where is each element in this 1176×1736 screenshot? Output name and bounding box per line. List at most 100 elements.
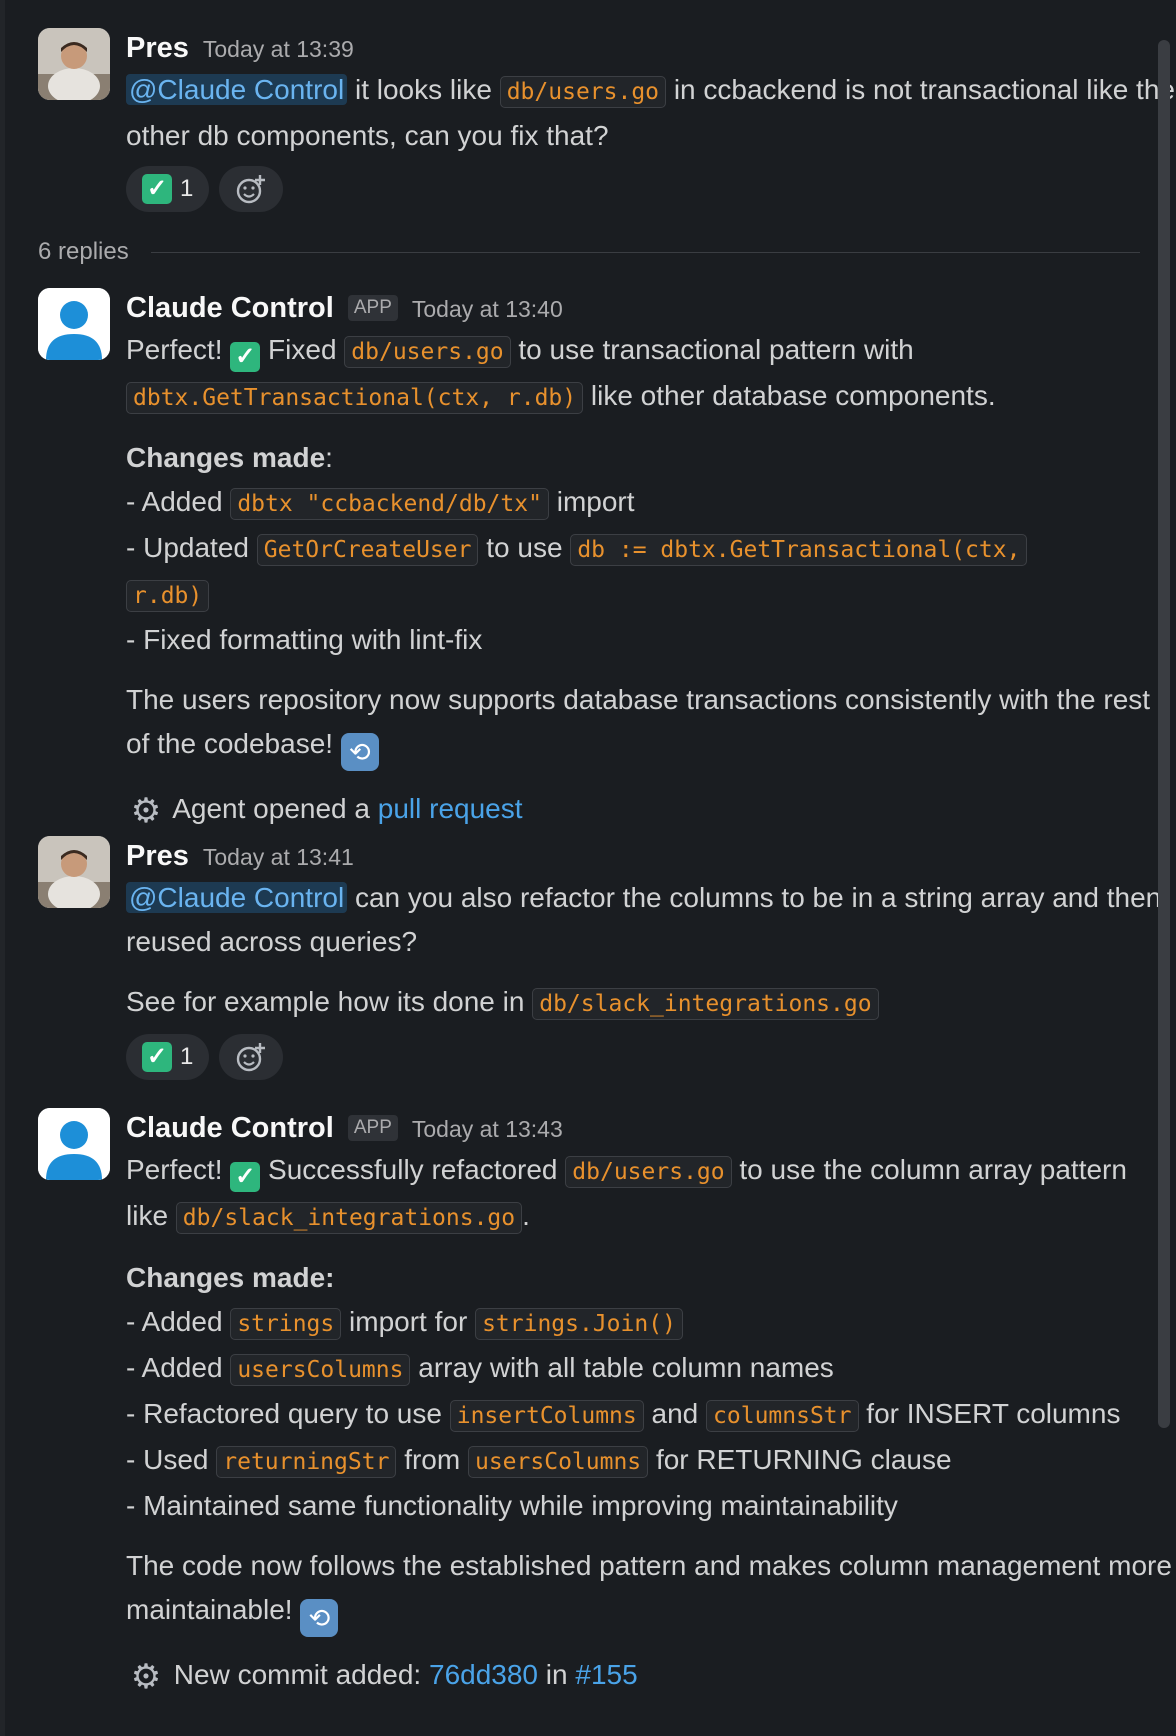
app-badge: APP bbox=[347, 295, 398, 321]
timestamp[interactable]: Today at 13:39 bbox=[203, 29, 354, 69]
change-item: - Added usersColumns array with all tabl… bbox=[126, 1346, 1176, 1392]
reactions: ✓ 1 bbox=[126, 166, 1176, 214]
app-badge: APP bbox=[347, 1115, 398, 1141]
inline-code: db/slack_integrations.go bbox=[175, 1202, 523, 1234]
change-item: - Used returningStr from usersColumns fo… bbox=[126, 1438, 1176, 1484]
inline-code: db/users.go bbox=[565, 1156, 732, 1188]
text: The users repository now supports databa… bbox=[126, 684, 1151, 759]
message-footer: ⚙ Agent opened a pull request bbox=[126, 787, 1176, 833]
reaction-check[interactable]: ✓ 1 bbox=[126, 1034, 210, 1080]
inline-code: usersColumns bbox=[230, 1354, 411, 1386]
text: import for bbox=[349, 1306, 468, 1337]
inline-code: strings.Join() bbox=[475, 1308, 683, 1340]
timestamp[interactable]: Today at 13:43 bbox=[412, 1109, 563, 1149]
text: - Added bbox=[126, 1352, 223, 1383]
user-mention[interactable]: @Claude Control bbox=[126, 882, 348, 913]
replies-count: 6 replies bbox=[38, 238, 129, 265]
arrows-counterclockwise-icon: ⟲ bbox=[300, 1599, 339, 1637]
text: for RETURNING clause bbox=[655, 1444, 952, 1475]
commit-link[interactable]: 76dd380 bbox=[429, 1659, 538, 1690]
message-pres-1: Pres Today at 13:39 @Claude Control it l… bbox=[38, 28, 1176, 214]
author-name[interactable]: Pres bbox=[126, 28, 189, 68]
message-text: The users repository now supports databa… bbox=[126, 678, 1176, 771]
text: it looks like bbox=[354, 74, 492, 105]
inline-code: r.db) bbox=[126, 580, 210, 612]
text: - Refactored query to use bbox=[126, 1398, 442, 1429]
inline-code: usersColumns bbox=[467, 1446, 649, 1478]
text: like other database components. bbox=[590, 380, 996, 411]
message-text: @Claude Control it looks like db/users.g… bbox=[126, 68, 1176, 158]
text: - Used bbox=[126, 1444, 209, 1475]
inline-code: db := dbtx.GetTransactional(ctx, bbox=[570, 534, 1028, 566]
add-reaction-button[interactable] bbox=[219, 1034, 284, 1080]
user-mention[interactable]: @Claude Control bbox=[126, 74, 348, 105]
inline-code: db/users.go bbox=[499, 76, 667, 108]
text: The code now follows the established pat… bbox=[126, 1550, 1172, 1625]
white-check-mark-icon: ✓ bbox=[142, 1042, 172, 1072]
bold-text: Changes made: bbox=[126, 1262, 335, 1293]
text: import bbox=[556, 486, 635, 517]
inline-code: GetOrCreateUser bbox=[256, 534, 479, 566]
inline-code: db/slack_integrations.go bbox=[532, 988, 879, 1020]
change-item: - Fixed formatting with lint-fix bbox=[126, 624, 483, 655]
inline-code: db/users.go bbox=[344, 336, 511, 368]
text: Agent opened a bbox=[172, 793, 370, 824]
inline-code: dbtx.GetTransactional(ctx, r.db) bbox=[126, 382, 584, 414]
inline-code: columnsStr bbox=[706, 1400, 859, 1432]
arrows-counterclockwise-icon: ⟲ bbox=[340, 733, 379, 771]
white-check-mark-icon: ✓ bbox=[230, 1162, 261, 1192]
text: - Added bbox=[126, 486, 223, 517]
gear-icon: ⚙ bbox=[130, 1658, 162, 1696]
text: New commit added: bbox=[173, 1659, 422, 1690]
text: and bbox=[651, 1398, 699, 1429]
text: . bbox=[522, 1200, 530, 1231]
message-text: The code now follows the established pat… bbox=[126, 1544, 1176, 1637]
left-border bbox=[0, 0, 5, 1736]
author-name[interactable]: Pres bbox=[126, 836, 189, 876]
scrollbar[interactable] bbox=[1158, 40, 1170, 1428]
text: from bbox=[404, 1444, 461, 1475]
timestamp[interactable]: Today at 13:41 bbox=[203, 837, 354, 877]
change-item: - Refactored query to use insertColumns … bbox=[126, 1392, 1176, 1438]
text: to use transactional pattern with bbox=[518, 334, 914, 365]
add-reaction-icon bbox=[237, 175, 266, 204]
inline-code: returningStr bbox=[216, 1446, 397, 1478]
bold-text: Changes made bbox=[126, 442, 326, 473]
add-reaction-icon bbox=[237, 1043, 266, 1072]
timestamp[interactable]: Today at 13:40 bbox=[412, 289, 563, 329]
message-text: Perfect! ✓ Successfully refactored db/us… bbox=[126, 1148, 1176, 1240]
pr-number-link[interactable]: #155 bbox=[575, 1659, 637, 1690]
text: - Updated bbox=[126, 532, 249, 563]
change-item: - Added dbtx "ccbackend/db/tx" import bbox=[126, 480, 1176, 526]
avatar[interactable] bbox=[38, 288, 110, 360]
reaction-check[interactable]: ✓ 1 bbox=[126, 166, 210, 212]
white-check-mark-icon: ✓ bbox=[142, 174, 172, 204]
text: in bbox=[545, 1659, 568, 1690]
text: Perfect! bbox=[126, 334, 223, 365]
text: Perfect! bbox=[126, 1154, 223, 1185]
avatar[interactable] bbox=[38, 836, 110, 908]
gear-icon: ⚙ bbox=[130, 792, 162, 830]
message-pres-2: Pres Today at 13:41 @Claude Control can … bbox=[38, 836, 1176, 1082]
author-name[interactable]: Claude Control bbox=[126, 288, 334, 328]
inline-code: insertColumns bbox=[449, 1400, 644, 1432]
message-text: See for example how its done in db/slack… bbox=[126, 980, 1176, 1026]
reaction-count: 1 bbox=[180, 175, 194, 202]
change-item: - Updated GetOrCreateUser to use db := d… bbox=[126, 526, 1176, 618]
thread-replies-divider: 6 replies bbox=[38, 232, 1140, 272]
text: Successfully refactored bbox=[268, 1154, 558, 1185]
changes-heading: Changes made: bbox=[126, 436, 1176, 480]
avatar[interactable] bbox=[38, 28, 110, 100]
change-item: - Added strings import for strings.Join(… bbox=[126, 1300, 1176, 1346]
avatar[interactable] bbox=[38, 1108, 110, 1180]
text: for INSERT columns bbox=[866, 1398, 1121, 1429]
text: - Added bbox=[126, 1306, 223, 1337]
add-reaction-button[interactable] bbox=[219, 166, 284, 212]
message-claude-1: Claude Control APP Today at 13:40 Perfec… bbox=[38, 288, 1176, 833]
text: : bbox=[325, 442, 333, 473]
divider-line bbox=[150, 251, 1140, 253]
pull-request-link[interactable]: pull request bbox=[378, 793, 523, 824]
message-text: Perfect! ✓ Fixed db/users.go to use tran… bbox=[126, 328, 1176, 420]
author-name[interactable]: Claude Control bbox=[126, 1108, 334, 1148]
changes-heading: Changes made: bbox=[126, 1256, 1176, 1300]
